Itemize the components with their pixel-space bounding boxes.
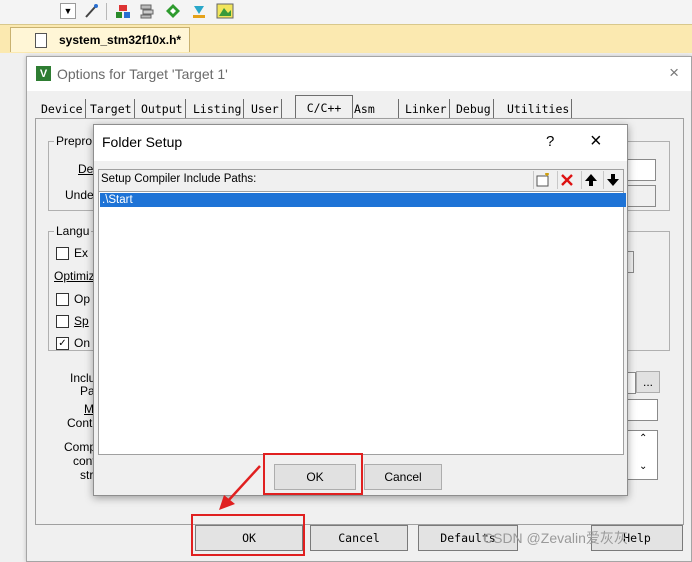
keil-logo-icon: V <box>36 66 51 81</box>
folder-setup-title: Folder Setup <box>102 134 183 150</box>
annotation-arrow-icon <box>219 465 261 510</box>
new-folder-icon[interactable] <box>533 171 552 189</box>
one-elf-checkbox[interactable]: ✓ <box>56 337 69 350</box>
watermark: CSDN @Zevalin爱灰灰 <box>483 530 628 546</box>
compiler-string-box: ⌃ ⌄ <box>626 430 658 480</box>
toolbar: ▼ <box>0 0 692 24</box>
download-icon[interactable] <box>190 2 208 20</box>
target-icon[interactable] <box>114 2 132 20</box>
optimize-label: Op <box>74 292 91 306</box>
tab-device[interactable]: Device <box>39 99 86 118</box>
close-icon[interactable]: × <box>669 63 679 83</box>
diamond-icon[interactable] <box>164 2 182 20</box>
delete-icon[interactable] <box>557 171 576 189</box>
wand-icon[interactable] <box>82 2 100 20</box>
misc-controls-input[interactable] <box>626 399 658 421</box>
include-paths-list[interactable]: .\Start <box>98 191 626 455</box>
document-icon <box>35 32 47 48</box>
tab-c-cpp[interactable]: C/C++ <box>295 95 353 119</box>
dropdown-icon[interactable]: ▼ <box>60 3 76 19</box>
options-title-bar: V Options for Target 'Target 1' × <box>27 57 691 91</box>
scroll-up-icon[interactable]: ⌃ <box>639 433 647 444</box>
preprocessor-label: Prepro <box>54 134 95 148</box>
one-elf-label: On <box>74 336 91 350</box>
stack-icon[interactable] <box>138 2 156 20</box>
chip-icon[interactable] <box>216 2 234 20</box>
controls-label: Contr <box>67 416 97 430</box>
folder-cancel-button[interactable]: Cancel <box>364 464 442 490</box>
tab-user[interactable]: User <box>249 99 282 118</box>
cancel-button[interactable]: Cancel <box>310 525 408 551</box>
execute-only-checkbox[interactable] <box>56 247 69 260</box>
tab-utilities[interactable]: Utilities <box>505 99 573 118</box>
include-paths-header: Setup Compiler Include Paths: <box>98 169 624 192</box>
execute-only-label: Ex <box>74 246 89 260</box>
tab-asm[interactable]: Asm <box>352 99 399 118</box>
tab-debug[interactable]: Debug <box>454 99 494 118</box>
tab-listing[interactable]: Listing <box>191 99 245 118</box>
scroll-down-icon[interactable]: ⌄ <box>639 461 647 472</box>
editor-tab-bar: system_stm32f10x.h* <box>0 24 692 53</box>
include-label: Inclu <box>70 371 96 385</box>
list-item[interactable]: .\Start <box>100 193 626 207</box>
optimization-label: Optimiz <box>54 269 95 283</box>
language-label: Langu <box>54 224 92 238</box>
include-paths-header-label: Setup Compiler Include Paths: <box>101 173 257 185</box>
annotation-box <box>263 453 363 495</box>
split-checkbox[interactable] <box>56 315 69 328</box>
options-title: Options for Target 'Target 1' <box>57 66 228 82</box>
compiler-label: Comp <box>64 440 97 454</box>
move-up-icon[interactable] <box>581 171 600 189</box>
split-label: Sp <box>74 314 89 328</box>
file-tab[interactable]: system_stm32f10x.h* <box>10 27 190 52</box>
folder-setup-dialog: Folder Setup ? × Setup Compiler Include … <box>93 124 628 496</box>
move-down-icon[interactable] <box>603 171 622 189</box>
tab-linker[interactable]: Linker <box>403 99 450 118</box>
tab-target[interactable]: Target <box>88 99 135 118</box>
optimize-checkbox[interactable] <box>56 293 69 306</box>
tab-output[interactable]: Output <box>139 99 186 118</box>
folder-setup-title-bar: Folder Setup ? × <box>94 125 627 161</box>
browse-include-paths-button[interactable]: ... <box>636 371 660 393</box>
help-icon[interactable]: ? <box>546 133 554 150</box>
close-icon[interactable]: × <box>590 130 602 153</box>
annotation-box <box>191 514 305 556</box>
file-tab-label: system_stm32f10x.h* <box>59 33 182 47</box>
